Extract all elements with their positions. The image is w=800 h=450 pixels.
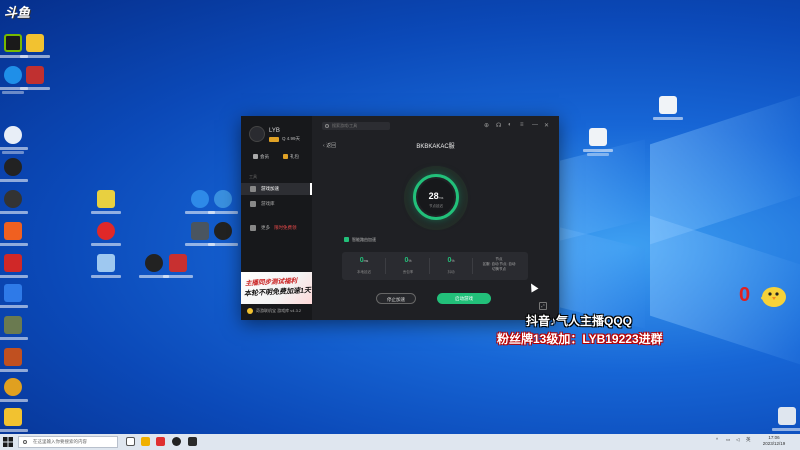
taskbar-app[interactable] <box>172 437 181 446</box>
chick-mascot-icon <box>761 287 786 307</box>
nav-item-accelerate[interactable]: 游戏加速 <box>241 183 312 195</box>
tray-chevron-icon[interactable]: ^ <box>716 437 718 442</box>
latency-label: 节点延迟 <box>429 204 443 208</box>
volume-icon[interactable]: ◁ <box>736 437 739 443</box>
desktop-icon-game[interactable] <box>0 316 28 340</box>
rocket-icon <box>250 186 256 192</box>
desktop-icon-logitech[interactable] <box>0 190 28 214</box>
desktop-icon-logitech[interactable] <box>0 158 28 182</box>
skin-icon[interactable]: ◐ <box>508 122 512 128</box>
desktop-icon-game[interactable] <box>91 190 121 214</box>
divider <box>385 258 386 274</box>
latency-value: 28ms <box>428 191 444 201</box>
help-icon[interactable]: ⊕ <box>484 122 489 129</box>
taskbar-app[interactable] <box>188 437 197 446</box>
desktop-icon-app[interactable] <box>0 222 28 246</box>
stop-accelerate-button[interactable]: 停止加速 <box>376 293 416 304</box>
desktop-icon-netease-music[interactable] <box>91 222 121 246</box>
desktop-icon-app[interactable] <box>208 190 238 214</box>
expand-icon[interactable]: ⤢ <box>539 302 547 310</box>
username: LYB <box>269 128 280 134</box>
check-icon <box>344 237 349 243</box>
member-icon <box>253 154 258 160</box>
stat-packet-loss: 0% 丢包率 <box>402 257 414 274</box>
divider <box>429 258 430 274</box>
close-icon[interactable]: ✕ <box>544 122 549 129</box>
gift-icon <box>283 154 288 160</box>
minimize-icon[interactable]: — <box>532 122 538 128</box>
stat-local-latency: 0ms 本地延迟 <box>357 257 371 274</box>
desktop-icon-wegame[interactable] <box>163 254 193 278</box>
member-button[interactable]: 会员 <box>253 154 269 160</box>
promo-badge: 限时免费领 <box>274 225 297 230</box>
banner-subline: 本轮不明免费加速1天 <box>243 287 312 298</box>
search-icon <box>23 440 27 444</box>
input-method[interactable]: 英 <box>746 437 751 443</box>
promo-banner[interactable]: 主播同步测试福利 本轮不明免费加速1天 <box>241 272 312 304</box>
stream-logo: 斗鱼 <box>4 5 31 20</box>
nav-item-more[interactable]: 更多 限时免费领 <box>241 222 312 234</box>
system-clock[interactable]: 17:06 2023/12/19 <box>754 435 794 447</box>
desktop-icon-app[interactable] <box>20 34 50 58</box>
desktop-icon-app[interactable] <box>208 222 238 246</box>
desktop-icon-app[interactable] <box>0 284 28 308</box>
network-icon[interactable]: ▭ <box>726 437 730 443</box>
desktop-icon-file[interactable] <box>583 128 613 156</box>
menu-icon[interactable]: ≡ <box>520 122 524 128</box>
stats-panel: 0ms 本地延迟 0% 丢包率 0% 抖动 节点 区服: 自动 节点: 自动 切… <box>342 252 528 280</box>
desktop-icon-game[interactable] <box>0 378 28 402</box>
search-input[interactable]: 搜索游戏/工具 <box>322 122 390 130</box>
gift-button[interactable]: 礼包 <box>283 154 299 160</box>
windows-start-icon[interactable] <box>3 437 13 447</box>
node-info[interactable]: 节点 区服: 自动 节点: 自动 切换节点 <box>474 257 524 272</box>
overlay-streamer: 抖音♪气人主播QQQ <box>526 314 633 328</box>
sidebar-footer: 奇游联机宝 游戏库 v4.3.2 <box>247 308 301 314</box>
vip-duration: Q 4.99天 <box>282 136 301 141</box>
library-icon <box>250 201 256 207</box>
desktop-icon-app[interactable] <box>0 254 28 278</box>
game-title: BKBKAKAC服 <box>416 144 455 150</box>
sidebar: LYB Q 4.99天 会员 礼包 工具 游戏加速 游戏库 更多 限时免费领 主播… <box>241 116 312 320</box>
more-icon <box>250 225 256 231</box>
desktop-icon-game[interactable] <box>20 66 50 90</box>
desktop-icon-app[interactable] <box>0 126 28 154</box>
nav-item-library[interactable]: 游戏库 <box>241 198 312 210</box>
divider <box>472 258 473 274</box>
vip-badge <box>269 137 279 142</box>
overlay-fan-badge: 粉丝牌13级加：LYB19223进群 <box>497 332 663 346</box>
app-logo-icon <box>247 308 253 314</box>
search-icon <box>325 124 329 128</box>
desktop-icon-game[interactable] <box>0 348 28 372</box>
avatar[interactable] <box>249 126 265 142</box>
desktop-icon-file[interactable] <box>653 96 683 120</box>
recycle-bin-icon[interactable] <box>772 407 800 431</box>
desktop-icon-app[interactable] <box>91 254 121 278</box>
taskbar-app-explorer[interactable] <box>141 437 150 446</box>
stat-jitter: 0% 抖动 <box>447 257 455 274</box>
main-panel: 搜索游戏/工具 ⊕ ☊ ◐ ≡ — ✕ ‹ 返回 BKBKAKAC服 28ms … <box>312 116 559 320</box>
task-view-icon[interactable] <box>126 437 135 446</box>
taskbar-search-input[interactable]: 在这里输入你要搜索的内容 <box>18 436 118 448</box>
launch-game-button[interactable]: 启动游戏 <box>437 293 491 304</box>
overlay-counter: 0 <box>739 284 751 306</box>
taskbar-app[interactable] <box>156 437 165 446</box>
desktop-icon-app[interactable] <box>0 408 28 432</box>
taskbar: 在这里输入你要搜索的内容 ^ ▭ ◁ 英 17:06 2023/12/19 <box>0 434 800 450</box>
headset-icon[interactable]: ☊ <box>496 122 501 129</box>
accelerator-window: LYB Q 4.99天 会员 礼包 工具 游戏加速 游戏库 更多 限时免费领 主播… <box>241 116 559 320</box>
section-label: 工具 <box>249 174 257 179</box>
smart-route-checkbox[interactable]: 智能路由加速 <box>344 237 376 243</box>
